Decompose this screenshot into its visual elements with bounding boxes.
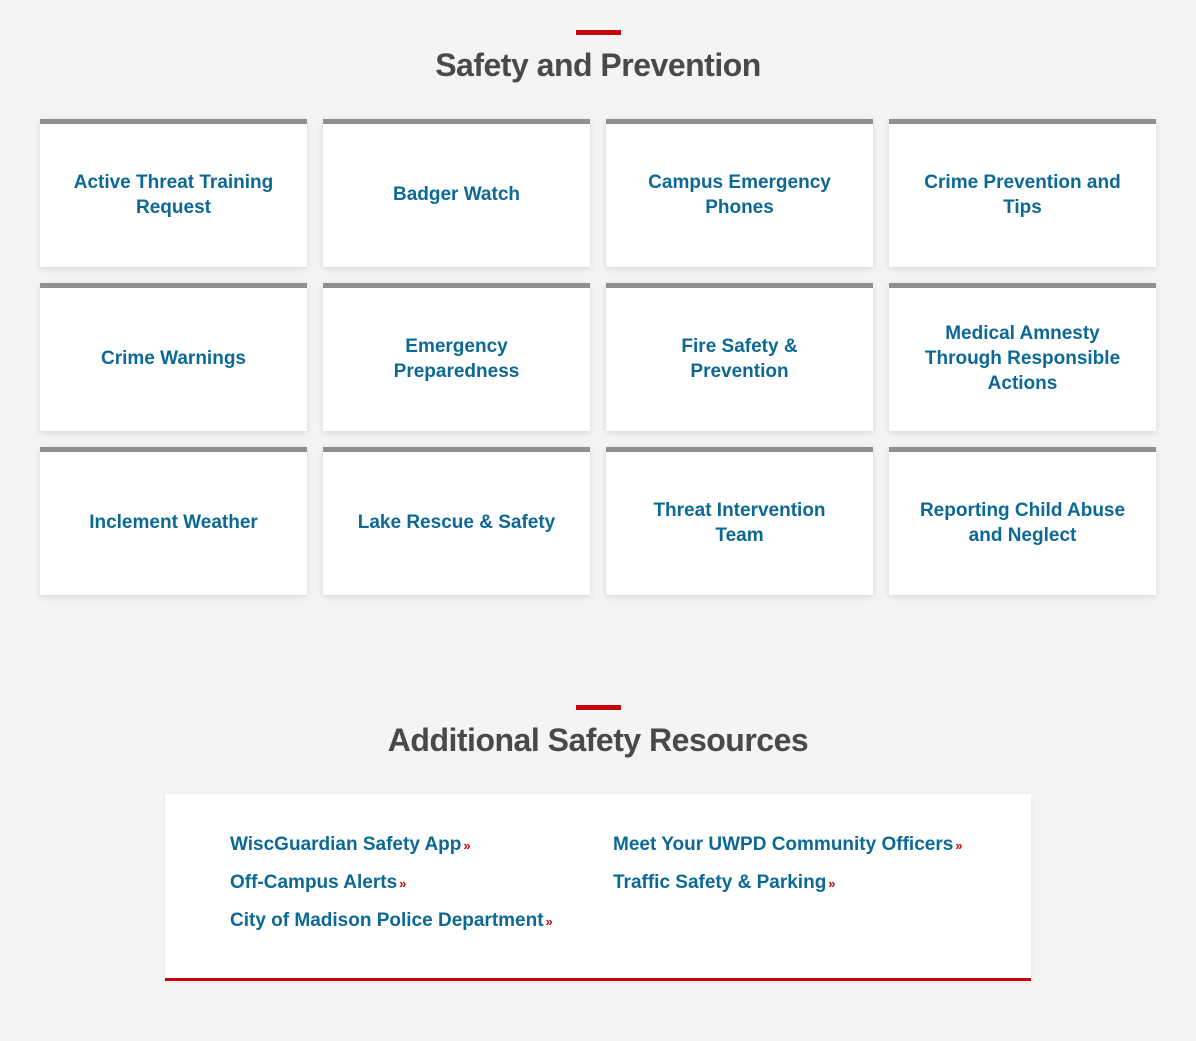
card-label: Medical Amnesty Through Responsible Acti… — [913, 322, 1132, 396]
chevron-right-icon: » — [546, 914, 553, 929]
link-traffic-safety-parking[interactable]: Traffic Safety & Parking» — [613, 872, 966, 894]
link-off-campus-alerts[interactable]: Off-Campus Alerts» — [230, 872, 583, 894]
chevron-right-icon: » — [463, 838, 470, 853]
card-grid: Active Threat Training Request Badger Wa… — [40, 119, 1156, 595]
card-label: Crime Prevention and Tips — [913, 171, 1132, 220]
card-inclement-weather[interactable]: Inclement Weather — [40, 447, 307, 595]
chevron-right-icon: » — [828, 876, 835, 891]
resources-box: WiscGuardian Safety App» Off-Campus Aler… — [165, 794, 1031, 981]
section-header-resources: Additional Safety Resources — [40, 705, 1156, 759]
chevron-right-icon: » — [955, 838, 962, 853]
card-label: Campus Emergency Phones — [630, 171, 849, 220]
card-badger-watch[interactable]: Badger Watch — [323, 119, 590, 267]
card-label: Inclement Weather — [89, 511, 258, 536]
resources-columns: WiscGuardian Safety App» Off-Campus Aler… — [230, 834, 966, 948]
link-label: Meet Your UWPD Community Officers — [613, 834, 953, 855]
chevron-right-icon: » — [399, 876, 406, 891]
link-uwpd-community-officers[interactable]: Meet Your UWPD Community Officers» — [613, 834, 966, 856]
card-active-threat-training[interactable]: Active Threat Training Request — [40, 119, 307, 267]
accent-bar-icon — [576, 30, 621, 35]
card-label: Lake Rescue & Safety — [358, 511, 556, 536]
link-label: Traffic Safety & Parking — [613, 872, 826, 893]
card-reporting-child-abuse[interactable]: Reporting Child Abuse and Neglect — [889, 447, 1156, 595]
card-label: Reporting Child Abuse and Neglect — [913, 499, 1132, 548]
card-label: Badger Watch — [393, 183, 520, 208]
card-campus-emergency-phones[interactable]: Campus Emergency Phones — [606, 119, 873, 267]
link-wiscguardian[interactable]: WiscGuardian Safety App» — [230, 834, 583, 856]
accent-bar-icon — [576, 705, 621, 710]
card-label: Crime Warnings — [101, 347, 246, 372]
resources-col-left: WiscGuardian Safety App» Off-Campus Aler… — [230, 834, 583, 948]
link-city-of-madison-pd[interactable]: City of Madison Police Department» — [230, 910, 583, 932]
card-label: Active Threat Training Request — [64, 171, 283, 220]
card-label: Emergency Preparedness — [347, 335, 566, 384]
card-medical-amnesty[interactable]: Medical Amnesty Through Responsible Acti… — [889, 283, 1156, 431]
card-label: Threat Intervention Team — [630, 499, 849, 548]
link-label: WiscGuardian Safety App — [230, 834, 461, 855]
link-label: Off-Campus Alerts — [230, 872, 397, 893]
card-lake-rescue[interactable]: Lake Rescue & Safety — [323, 447, 590, 595]
card-threat-intervention[interactable]: Threat Intervention Team — [606, 447, 873, 595]
section-title: Safety and Prevention — [40, 47, 1156, 84]
card-label: Fire Safety & Prevention — [630, 335, 849, 384]
card-crime-prevention-tips[interactable]: Crime Prevention and Tips — [889, 119, 1156, 267]
section-header-safety: Safety and Prevention — [40, 30, 1156, 84]
section-title: Additional Safety Resources — [40, 722, 1156, 759]
link-label: City of Madison Police Department — [230, 910, 544, 931]
resources-col-right: Meet Your UWPD Community Officers» Traff… — [613, 834, 966, 948]
card-fire-safety[interactable]: Fire Safety & Prevention — [606, 283, 873, 431]
card-crime-warnings[interactable]: Crime Warnings — [40, 283, 307, 431]
card-emergency-preparedness[interactable]: Emergency Preparedness — [323, 283, 590, 431]
